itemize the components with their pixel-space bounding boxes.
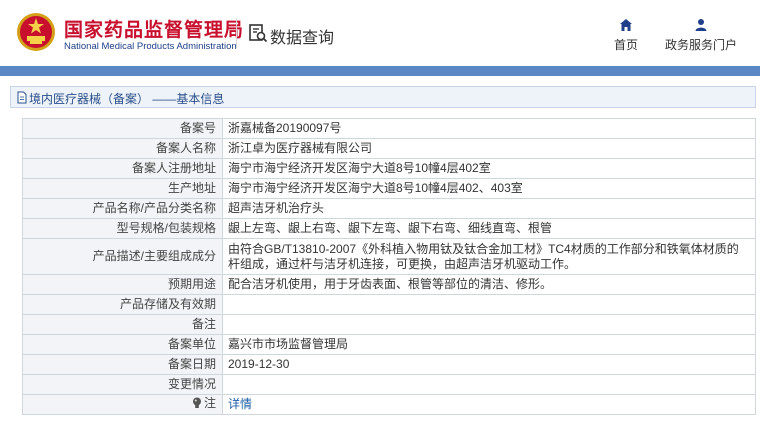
note-value: 详情 bbox=[222, 394, 756, 415]
field-value: 超声洁牙机治疗头 bbox=[222, 198, 756, 219]
breadcrumb: 境内医疗器械（备案） ——基本信息 bbox=[10, 86, 756, 108]
table-row: 生产地址 海宁市海宁经济开发区海宁大道8号10幢4层402、403室 bbox=[22, 178, 756, 199]
document-icon bbox=[17, 91, 27, 104]
field-value: 配合洁牙机使用，用于牙齿表面、根管等部位的清洁、修形。 bbox=[222, 274, 756, 295]
table-row: 注 详情 bbox=[22, 394, 756, 415]
table-row: 备案人名称 浙江卓为医疗器械有限公司 bbox=[22, 138, 756, 159]
field-label: 生产地址 bbox=[22, 178, 223, 199]
field-label: 备注 bbox=[22, 314, 223, 335]
home-icon bbox=[620, 19, 632, 31]
field-value: 浙嘉械备20190097号 bbox=[222, 118, 756, 139]
data-query-icon bbox=[249, 24, 268, 43]
data-query-title: 数据查询 bbox=[270, 30, 335, 47]
details-link[interactable]: 详情 bbox=[228, 397, 252, 411]
table-row: 产品存储及有效期 bbox=[22, 294, 756, 315]
table-row: 型号规格/包装规格 龈上左弯、龈上右弯、龈下左弯、龈下右弯、细线直弯、根管 bbox=[22, 218, 756, 239]
nav-service-portal[interactable]: 政务服务门户 bbox=[656, 18, 746, 53]
field-value bbox=[222, 374, 756, 395]
table-row: 变更情况 bbox=[22, 374, 756, 395]
national-emblem-icon bbox=[17, 13, 55, 51]
nav-home[interactable]: 首页 bbox=[606, 18, 646, 53]
person-icon bbox=[695, 19, 707, 31]
field-value: 海宁市海宁经济开发区海宁大道8号10幢4层402、403室 bbox=[222, 178, 756, 199]
field-label: 备案号 bbox=[22, 118, 223, 139]
org-name-en: National Medical Products Administration bbox=[64, 41, 237, 52]
field-label: 产品存储及有效期 bbox=[22, 294, 223, 315]
field-label: 产品描述/主要组成成分 bbox=[22, 238, 223, 275]
table-row: 产品描述/主要组成成分 由符合GB/T13810-2007《外科植入物用钛及钛合… bbox=[22, 238, 756, 275]
field-label: 变更情况 bbox=[22, 374, 223, 395]
nav-home-label: 首页 bbox=[613, 38, 638, 52]
field-label: 备案人名称 bbox=[22, 138, 223, 159]
field-label: 型号规格/包装规格 bbox=[22, 218, 223, 239]
table-row: 备案人注册地址 海宁市海宁经济开发区海宁大道8号10幢4层402室 bbox=[22, 158, 756, 179]
note-label: 注 bbox=[192, 396, 216, 411]
field-value bbox=[222, 294, 756, 315]
table-row: 备案单位 嘉兴市市场监督管理局 bbox=[22, 334, 756, 355]
table-row: 产品名称/产品分类名称 超声洁牙机治疗头 bbox=[22, 198, 756, 219]
field-value: 龈上左弯、龈上右弯、龈下左弯、龈下右弯、细线直弯、根管 bbox=[222, 218, 756, 239]
field-label: 备案单位 bbox=[22, 334, 223, 355]
header-divider bbox=[236, 18, 237, 48]
note-label-cell: 注 bbox=[22, 394, 223, 415]
field-label: 预期用途 bbox=[22, 274, 223, 295]
field-value: 浙江卓为医疗器械有限公司 bbox=[222, 138, 756, 159]
table-row: 预期用途 配合洁牙机使用，用于牙齿表面、根管等部位的清洁、修形。 bbox=[22, 274, 756, 295]
table-row: 备注 bbox=[22, 314, 756, 335]
breadcrumb-text: 境内医疗器械（备案） ——基本信息 bbox=[29, 92, 225, 106]
table-row: 备案日期 2019-12-30 bbox=[22, 354, 756, 375]
table-row: 备案号 浙嘉械备20190097号 bbox=[22, 118, 756, 139]
field-label: 备案人注册地址 bbox=[22, 158, 223, 179]
site-header: 国家药品监督管理局 National Medical Products Admi… bbox=[0, 0, 760, 66]
nav-service-portal-label: 政务服务门户 bbox=[664, 38, 737, 52]
field-value: 海宁市海宁经济开发区海宁大道8号10幢4层402室 bbox=[222, 158, 756, 179]
header-accent-bar bbox=[0, 66, 760, 76]
field-value bbox=[222, 314, 756, 335]
note-label-text: 注 bbox=[203, 395, 216, 410]
field-label: 备案日期 bbox=[22, 354, 223, 375]
field-value: 2019-12-30 bbox=[222, 354, 756, 375]
record-detail-table: 备案号 浙嘉械备20190097号 备案人名称 浙江卓为医疗器械有限公司 备案人… bbox=[22, 118, 756, 415]
field-value: 嘉兴市市场监督管理局 bbox=[222, 334, 756, 355]
lightbulb-icon bbox=[192, 397, 201, 409]
org-name-cn: 国家药品监督管理局 bbox=[64, 20, 245, 41]
field-label: 产品名称/产品分类名称 bbox=[22, 198, 223, 219]
field-value: 由符合GB/T13810-2007《外科植入物用钛及钛合金加工材》TC4材质的工… bbox=[222, 238, 756, 275]
